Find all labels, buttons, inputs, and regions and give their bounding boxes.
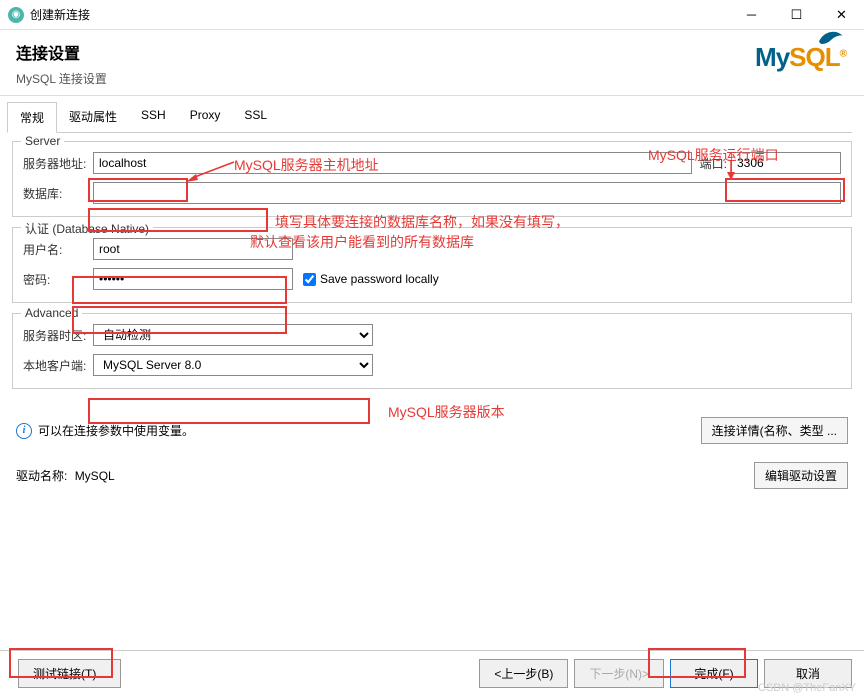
test-connection-button[interactable]: 测试链接(T)... — [18, 659, 121, 688]
host-input[interactable] — [93, 152, 692, 174]
connection-details-button[interactable]: 连接详情(名称、类型 ... — [701, 417, 848, 444]
finish-button[interactable]: 完成(F) — [670, 659, 758, 688]
driver-section: 驱动名称: MySQL 编辑驱动设置 — [0, 454, 864, 497]
titlebar: ◉ 创建新连接 ─ ☐ ✕ — [0, 0, 864, 30]
close-button[interactable]: ✕ — [819, 0, 864, 30]
client-select[interactable]: MySQL Server 8.0 — [93, 354, 373, 376]
content-area: Server 服务器地址: 端口: 数据库: 认证 (Database Nati… — [0, 133, 864, 407]
driver-label: 驱动名称: — [16, 469, 67, 483]
user-input[interactable] — [93, 238, 293, 260]
save-password-label: Save password locally — [320, 272, 439, 286]
edit-driver-button[interactable]: 编辑驱动设置 — [754, 462, 848, 489]
page-title: 连接设置 — [16, 40, 848, 64]
server-legend: Server — [21, 134, 64, 148]
user-label: 用户名: — [23, 241, 93, 258]
tz-select[interactable]: 自动检测 — [93, 324, 373, 346]
pass-input[interactable] — [93, 268, 293, 290]
tz-label: 服务器时区: — [23, 327, 93, 344]
db-input[interactable] — [93, 182, 841, 204]
next-button[interactable]: 下一步(N)> — [574, 659, 664, 688]
tab-driver-props[interactable]: 驱动属性 — [57, 102, 129, 133]
mysql-logo: MySQL® — [755, 42, 846, 73]
client-label: 本地客户端: — [23, 357, 93, 374]
save-password-checkbox[interactable] — [303, 273, 316, 286]
pass-label: 密码: — [23, 271, 93, 288]
app-icon: ◉ — [8, 7, 24, 23]
advanced-fieldset: Advanced 服务器时区: 自动检测 本地客户端: MySQL Server… — [12, 313, 852, 389]
driver-value: MySQL — [75, 469, 115, 483]
port-input[interactable] — [731, 152, 841, 174]
tabs-container: 常规 驱动属性 SSH Proxy SSL — [0, 102, 864, 133]
server-fieldset: Server 服务器地址: 端口: 数据库: — [12, 141, 852, 217]
tab-ssl[interactable]: SSL — [232, 102, 279, 133]
minimize-button[interactable]: ─ — [729, 0, 774, 30]
port-label: 端口: — [700, 155, 727, 172]
info-section: i 可以在连接参数中使用变量。 连接详情(名称、类型 ... — [0, 407, 864, 454]
header: 连接设置 MySQL 连接设置 MySQL® — [0, 30, 864, 96]
auth-legend: 认证 (Database Native) — [21, 220, 153, 237]
tab-proxy[interactable]: Proxy — [178, 102, 233, 133]
back-button[interactable]: <上一步(B) — [479, 659, 568, 688]
info-icon: i — [16, 423, 32, 439]
db-label: 数据库: — [23, 185, 93, 202]
advanced-legend: Advanced — [21, 306, 82, 320]
dolphin-icon — [816, 28, 846, 48]
tab-ssh[interactable]: SSH — [129, 102, 178, 133]
host-label: 服务器地址: — [23, 155, 93, 172]
auth-fieldset: 认证 (Database Native) 用户名: 密码: Save passw… — [12, 227, 852, 303]
page-subtitle: MySQL 连接设置 — [16, 70, 848, 87]
watermark: CSDN @TheFanXY — [758, 682, 856, 694]
window-title: 创建新连接 — [30, 6, 729, 23]
maximize-button[interactable]: ☐ — [774, 0, 819, 30]
bottom-bar: 测试链接(T)... <上一步(B) 下一步(N)> 完成(F) 取消 — [0, 650, 864, 696]
info-text: 可以在连接参数中使用变量。 — [38, 422, 194, 439]
tab-general[interactable]: 常规 — [7, 102, 57, 133]
